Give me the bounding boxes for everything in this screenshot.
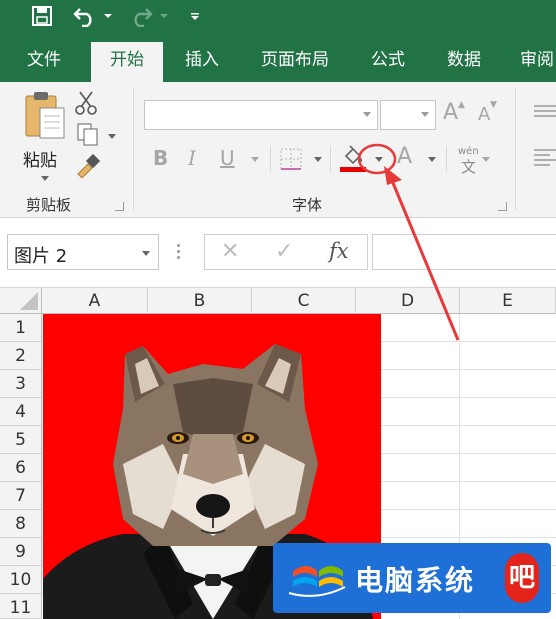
site-watermark: 电脑系统 吧 xyxy=(273,543,551,613)
annotation-overlay xyxy=(357,143,460,341)
annotation-arrowhead xyxy=(384,166,402,185)
annotation-arrow xyxy=(389,177,460,341)
watermark-badge: 吧 xyxy=(505,553,539,603)
watermark-text: 电脑系统 xyxy=(355,564,476,597)
windows-logo-icon xyxy=(288,566,346,597)
highlight-circle xyxy=(357,143,397,175)
